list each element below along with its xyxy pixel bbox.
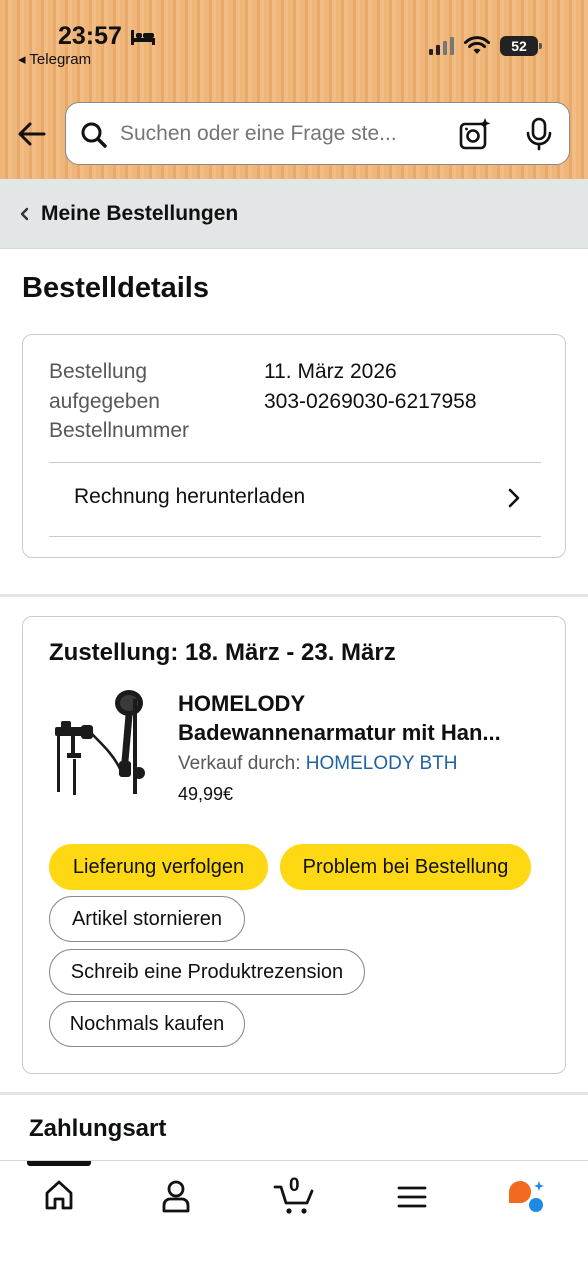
write-review-button[interactable]: Schreib eine Produktrezension xyxy=(49,949,365,995)
back-arrow-icon[interactable] xyxy=(14,116,50,152)
order-problem-button[interactable]: Problem bei Bestellung xyxy=(280,844,531,890)
payment-method-title: Zahlungsart xyxy=(29,1115,167,1142)
cellular-signal-icon xyxy=(429,37,454,55)
app-header: 23:57 ◂ Telegram 52 xyxy=(0,0,588,179)
buy-again-button[interactable]: Nochmals kaufen xyxy=(49,1001,245,1047)
camera-search-icon[interactable] xyxy=(458,117,492,151)
page-title: Bestelldetails xyxy=(22,272,209,304)
section-separator xyxy=(0,1092,588,1095)
order-info-values: 11. März 2026 303-0269030-6217958 xyxy=(264,357,477,416)
product-brand[interactable]: HOMELODY xyxy=(178,691,305,716)
divider xyxy=(49,536,541,537)
download-invoice-label[interactable]: Rechnung herunterladen xyxy=(74,485,305,509)
wifi-icon xyxy=(464,36,490,54)
status-indicators: 52 xyxy=(429,36,542,56)
product-price: 49,99€ xyxy=(178,784,234,804)
delivery-card: Zustellung: 18. März - 23. März HOMELODY… xyxy=(22,616,566,1074)
seller-prefix: Verkauf durch: xyxy=(178,753,306,774)
order-date: 11. März 2026 xyxy=(264,360,397,383)
bottom-navigation: 0 xyxy=(0,1160,588,1280)
sleep-focus-icon xyxy=(131,30,155,45)
product-title[interactable]: HOMELODY Badewannenarmatur mit Han... xyxy=(178,689,538,747)
cancel-item-button[interactable]: Artikel stornieren xyxy=(49,896,245,942)
track-delivery-button[interactable]: Lieferung verfolgen xyxy=(49,844,268,890)
chevron-left-icon xyxy=(20,207,29,221)
breadcrumb[interactable]: Meine Bestellungen xyxy=(0,179,588,249)
search-icon xyxy=(81,122,107,148)
account-icon[interactable] xyxy=(161,1179,191,1213)
rufus-assistant-icon[interactable] xyxy=(507,1179,547,1215)
seller-link[interactable]: HOMELODY BTH xyxy=(306,753,458,774)
search-input[interactable] xyxy=(120,118,438,150)
label-order-placed-line2: aufgegeben xyxy=(49,389,160,413)
label-order-placed-line1: Bestellung xyxy=(49,360,148,383)
seller-info: Verkauf durch: HOMELODY BTH xyxy=(178,753,457,775)
product-name[interactable]: Badewannenarmatur mit Han... xyxy=(178,718,538,747)
breadcrumb-label[interactable]: Meine Bestellungen xyxy=(41,202,238,226)
home-icon[interactable] xyxy=(44,1179,74,1211)
battery-indicator: 52 xyxy=(500,36,542,56)
chevron-right-icon xyxy=(508,488,520,508)
cart-count: 0 xyxy=(289,1175,300,1196)
download-invoice-row[interactable]: Rechnung herunterladen xyxy=(49,463,541,537)
status-time: 23:57 xyxy=(58,22,122,50)
order-info-labels: Bestellung aufgegeben Bestellnummer xyxy=(49,357,189,446)
section-separator xyxy=(0,594,588,597)
delivery-date-title: Zustellung: 18. März - 23. März xyxy=(49,639,396,666)
order-info-card: Bestellung aufgegeben Bestellnummer 11. … xyxy=(22,334,566,558)
label-order-number: Bestellnummer xyxy=(49,419,190,442)
active-tab-indicator xyxy=(27,1161,91,1166)
product-image[interactable] xyxy=(53,687,153,797)
back-to-telegram-link[interactable]: ◂ Telegram xyxy=(18,50,91,68)
search-bar[interactable] xyxy=(65,102,570,165)
order-number: 303-0269030-6217958 xyxy=(264,389,477,413)
microphone-icon[interactable] xyxy=(524,117,554,151)
menu-icon[interactable] xyxy=(397,1185,427,1209)
